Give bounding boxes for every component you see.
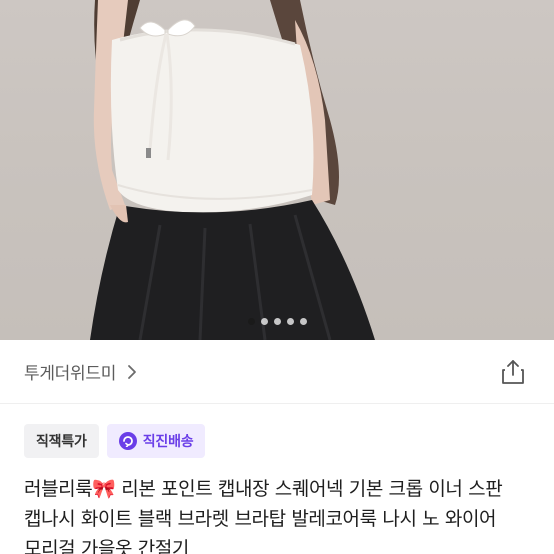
ribbon-emoji: 🎀 (92, 478, 116, 500)
direct-delivery-badge-label: 직진배송 (142, 434, 194, 450)
store-name[interactable]: 투게더위드미 (24, 359, 116, 384)
arrow-swirl-icon (118, 432, 137, 450)
chevron-right-icon (126, 364, 138, 380)
carousel-dot[interactable] (286, 317, 294, 325)
carousel-dot[interactable] (299, 317, 307, 325)
product-photo-illustration (90, 0, 375, 340)
carousel-dot[interactable] (247, 317, 255, 325)
store-link-row[interactable]: 투게더위드미 (0, 340, 554, 404)
product-title-prefix: 러블리룩 (24, 478, 93, 500)
product-image[interactable] (0, 0, 554, 340)
special-price-badge-label: 직잭특가 (36, 434, 87, 450)
share-icon[interactable] (500, 358, 526, 386)
direct-delivery-badge: 직진배송 (106, 424, 206, 458)
carousel-dot[interactable] (260, 317, 268, 325)
carousel-dot[interactable] (273, 317, 281, 325)
product-badges: 직잭특가 직진배송 (24, 424, 206, 458)
carousel-indicator[interactable] (0, 316, 554, 326)
special-price-badge: 직잭특가 (24, 424, 99, 458)
product-title: 러블리룩🎀 리본 포인트 캡내장 스퀘어넥 기본 크롭 이너 스판 캡나시 화이… (24, 474, 534, 554)
